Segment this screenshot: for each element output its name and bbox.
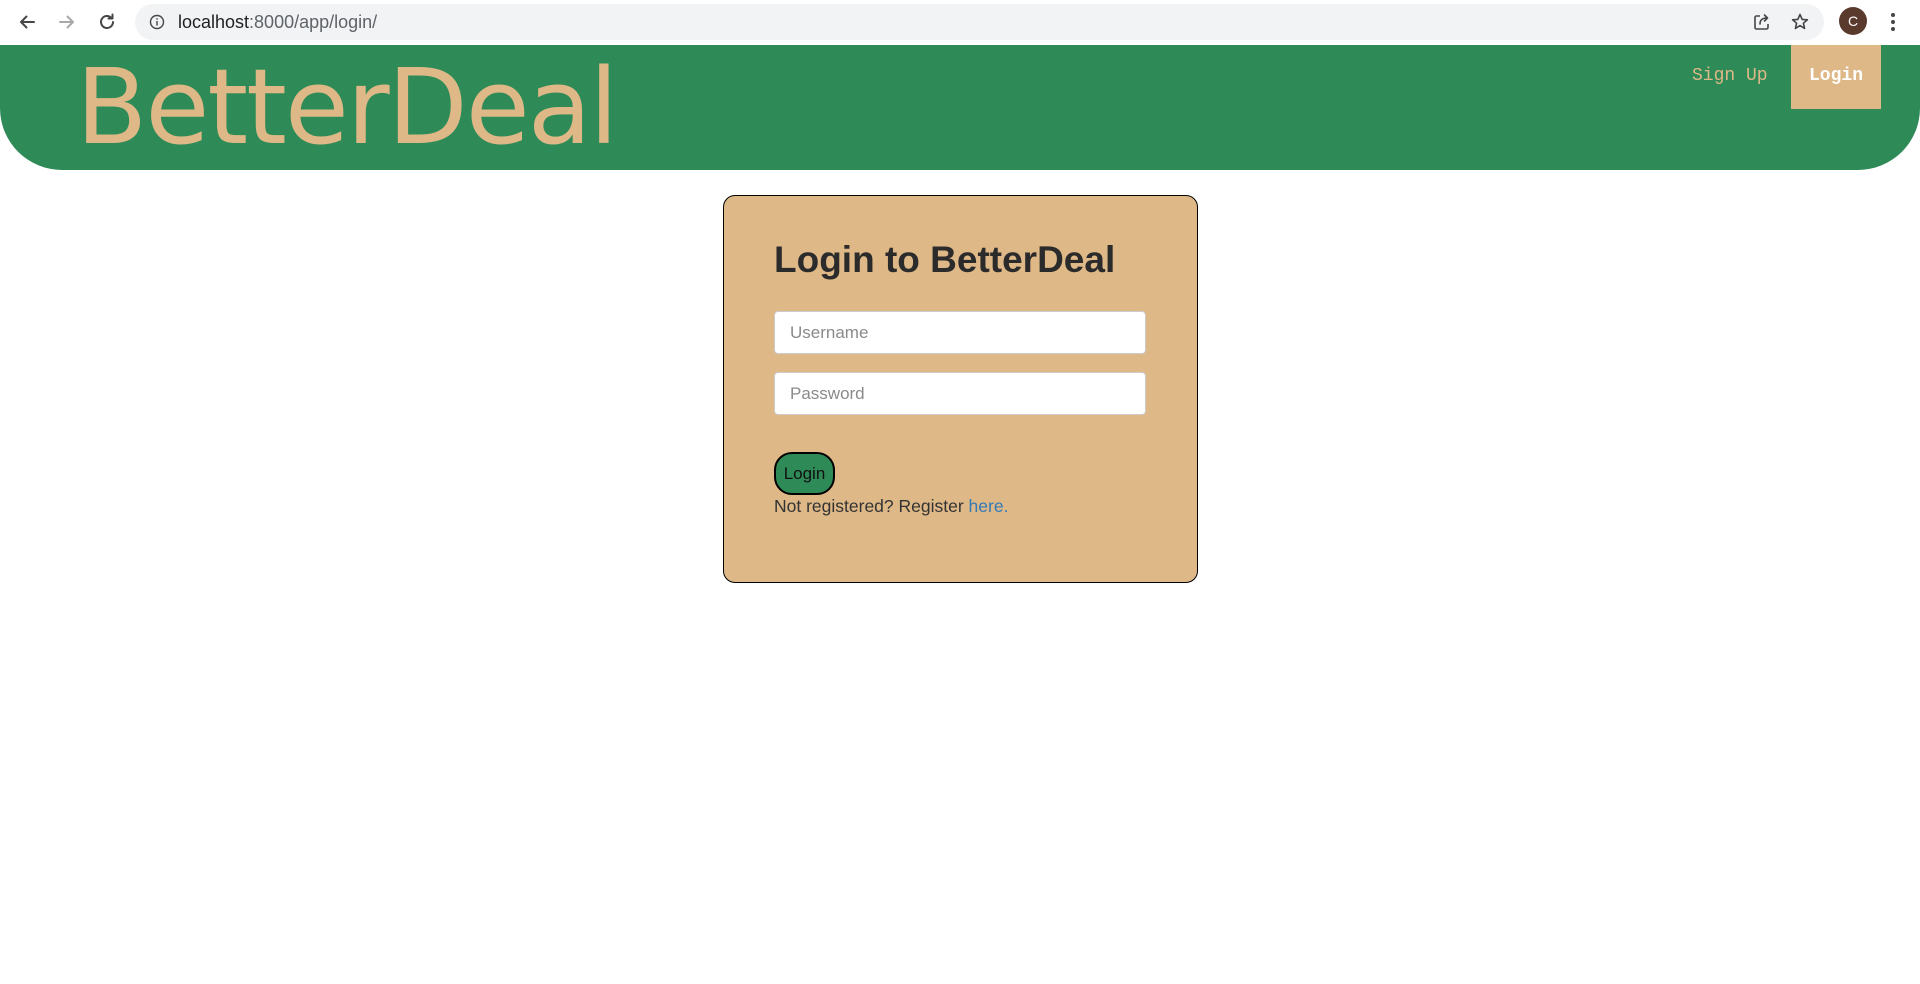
share-icon [1754, 14, 1769, 30]
star-icon [1791, 13, 1809, 30]
reload-icon [100, 13, 114, 29]
info-icon[interactable] [149, 14, 165, 30]
browser-menu-button[interactable] [1880, 8, 1906, 36]
url-path: :8000/app/login/ [249, 12, 378, 32]
username-input[interactable] [774, 311, 1146, 354]
nav-signup-link[interactable]: Sign Up [1686, 45, 1774, 109]
register-prompt: Not registered? Register here. [774, 496, 1008, 517]
register-link[interactable]: here. [969, 496, 1009, 516]
browser-toolbar: localhost:8000/app/login/ C [0, 0, 1920, 44]
brand-logo-text[interactable]: BetterDeal [76, 47, 618, 168]
site-header: BetterDeal Sign Up Login [0, 45, 1920, 170]
url-text[interactable]: localhost:8000/app/login/ [178, 4, 377, 40]
forward-button[interactable] [52, 7, 82, 37]
reload-button[interactable] [92, 7, 122, 37]
register-prompt-text: Not registered? Register [774, 496, 969, 516]
url-host: localhost [178, 12, 250, 32]
profile-avatar[interactable]: C [1839, 7, 1867, 35]
login-title: Login to BetterDeal [774, 239, 1116, 280]
login-card: Login to BetterDeal Login Not registered… [723, 195, 1198, 583]
arrow-right-icon [59, 15, 74, 29]
back-button[interactable] [12, 7, 42, 37]
login-submit-button[interactable]: Login [774, 452, 835, 495]
address-bar[interactable]: localhost:8000/app/login/ [135, 4, 1824, 40]
share-button[interactable] [1750, 10, 1774, 34]
arrow-left-icon [20, 15, 35, 29]
password-input[interactable] [774, 372, 1146, 415]
bookmark-button[interactable] [1788, 10, 1812, 34]
nav-login-link[interactable]: Login [1791, 45, 1881, 109]
kebab-menu-icon [1891, 13, 1895, 31]
